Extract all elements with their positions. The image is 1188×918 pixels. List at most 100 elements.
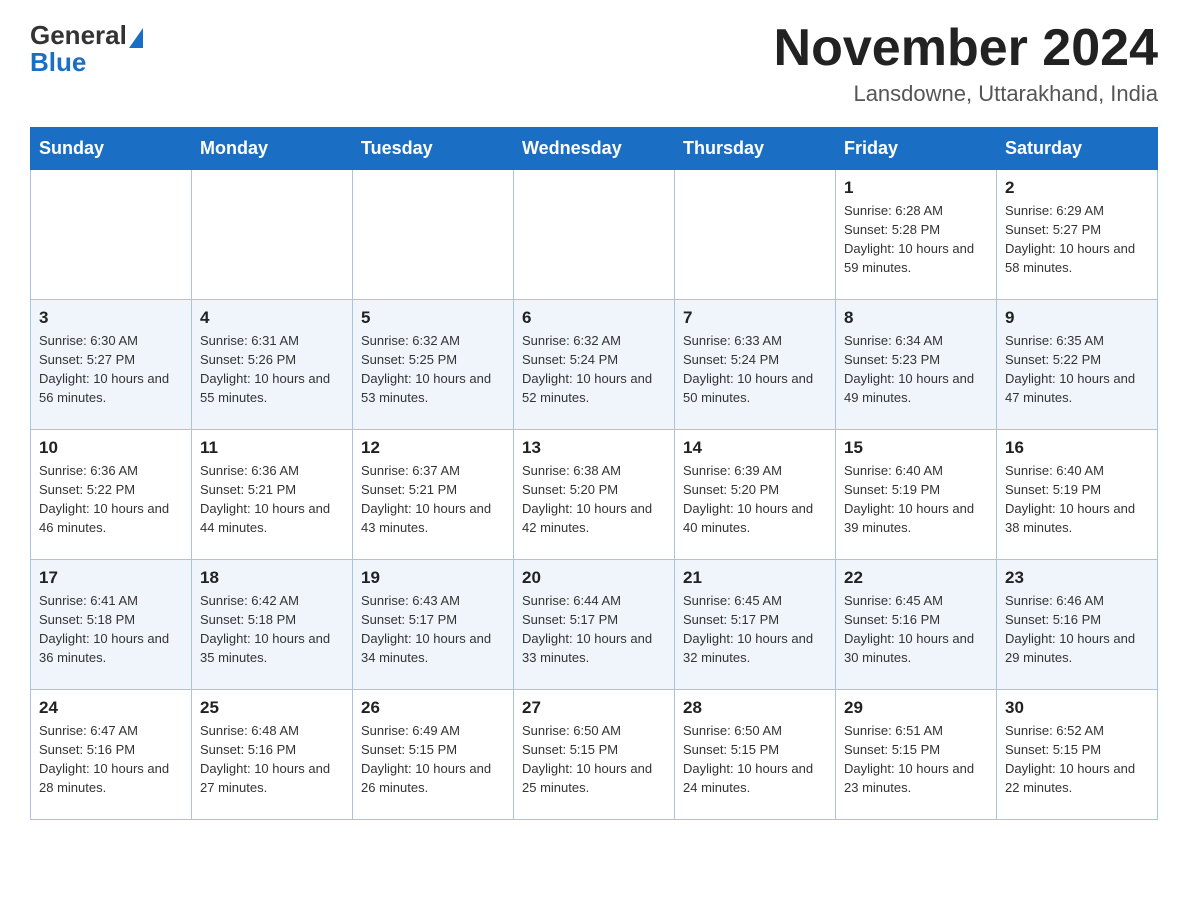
calendar-cell: 20 Sunrise: 6:44 AM Sunset: 5:17 PM Dayli… bbox=[514, 560, 675, 690]
calendar-cell: 26Sunrise: 6:49 AM Sunset: 5:15 PM Dayli… bbox=[353, 690, 514, 820]
day-of-week-header: Saturday bbox=[997, 128, 1158, 170]
day-number: 4 bbox=[200, 308, 344, 328]
calendar-cell: 5 Sunrise: 6:32 AM Sunset: 5:25 PM Daylig… bbox=[353, 300, 514, 430]
calendar-cell: 24 Sunrise: 6:47 AM Sunset: 5:16 PM Dayli… bbox=[31, 690, 192, 820]
day-number: 2 bbox=[1005, 178, 1149, 198]
title-section: November 2024 Lansdowne, Uttarakhand, In… bbox=[774, 20, 1158, 107]
day-number: 11 bbox=[200, 438, 344, 458]
day-of-week-header: Wednesday bbox=[514, 128, 675, 170]
day-info: Sunrise: 6:36 AM Sunset: 5:21 PM Dayligh… bbox=[200, 462, 344, 537]
calendar-cell: 12 Sunrise: 6:37 AM Sunset: 5:21 PM Dayli… bbox=[353, 430, 514, 560]
calendar-cell: 15 Sunrise: 6:40 AM Sunset: 5:19 PM Dayli… bbox=[836, 430, 997, 560]
calendar-cell bbox=[192, 170, 353, 300]
month-title: November 2024 bbox=[774, 20, 1158, 77]
calendar-cell: 6 Sunrise: 6:32 AM Sunset: 5:24 PM Daylig… bbox=[514, 300, 675, 430]
calendar-cell: 4 Sunrise: 6:31 AM Sunset: 5:26 PM Daylig… bbox=[192, 300, 353, 430]
day-info: Sunrise: 6:35 AM Sunset: 5:22 PM Dayligh… bbox=[1005, 332, 1149, 407]
day-number: 13 bbox=[522, 438, 666, 458]
day-number: 22 bbox=[844, 568, 988, 588]
day-info: Sunrise: 6:32 AM Sunset: 5:25 PM Dayligh… bbox=[361, 332, 505, 407]
logo: General Blue bbox=[30, 20, 143, 78]
day-info: Sunrise: 6:44 AM Sunset: 5:17 PM Dayligh… bbox=[522, 592, 666, 667]
calendar-header-row: SundayMondayTuesdayWednesdayThursdayFrid… bbox=[31, 128, 1158, 170]
day-info: Sunrise: 6:34 AM Sunset: 5:23 PM Dayligh… bbox=[844, 332, 988, 407]
calendar-cell: 28Sunrise: 6:50 AM Sunset: 5:15 PM Dayli… bbox=[675, 690, 836, 820]
day-info: Sunrise: 6:51 AM Sunset: 5:15 PM Dayligh… bbox=[844, 722, 988, 797]
day-info: Sunrise: 6:32 AM Sunset: 5:24 PM Dayligh… bbox=[522, 332, 666, 407]
day-info: Sunrise: 6:50 AM Sunset: 5:15 PM Dayligh… bbox=[683, 722, 827, 797]
day-info: Sunrise: 6:50 AM Sunset: 5:15 PM Dayligh… bbox=[522, 722, 666, 797]
day-of-week-header: Friday bbox=[836, 128, 997, 170]
day-info: Sunrise: 6:40 AM Sunset: 5:19 PM Dayligh… bbox=[1005, 462, 1149, 537]
calendar-cell bbox=[675, 170, 836, 300]
calendar-cell: 19 Sunrise: 6:43 AM Sunset: 5:17 PM Dayli… bbox=[353, 560, 514, 690]
day-number: 27 bbox=[522, 698, 666, 718]
calendar-table: SundayMondayTuesdayWednesdayThursdayFrid… bbox=[30, 127, 1158, 820]
calendar-week-row: 10Sunrise: 6:36 AM Sunset: 5:22 PM Dayli… bbox=[31, 430, 1158, 560]
logo-blue: Blue bbox=[30, 47, 143, 78]
calendar-cell: 3Sunrise: 6:30 AM Sunset: 5:27 PM Daylig… bbox=[31, 300, 192, 430]
day-number: 12 bbox=[361, 438, 505, 458]
day-number: 18 bbox=[200, 568, 344, 588]
calendar-cell: 16Sunrise: 6:40 AM Sunset: 5:19 PM Dayli… bbox=[997, 430, 1158, 560]
day-number: 30 bbox=[1005, 698, 1149, 718]
day-number: 7 bbox=[683, 308, 827, 328]
day-number: 26 bbox=[361, 698, 505, 718]
day-number: 15 bbox=[844, 438, 988, 458]
calendar-cell bbox=[31, 170, 192, 300]
calendar-cell bbox=[514, 170, 675, 300]
day-info: Sunrise: 6:31 AM Sunset: 5:26 PM Dayligh… bbox=[200, 332, 344, 407]
calendar-cell: 23Sunrise: 6:46 AM Sunset: 5:16 PM Dayli… bbox=[997, 560, 1158, 690]
day-info: Sunrise: 6:41 AM Sunset: 5:18 PM Dayligh… bbox=[39, 592, 183, 667]
calendar-cell: 7Sunrise: 6:33 AM Sunset: 5:24 PM Daylig… bbox=[675, 300, 836, 430]
day-number: 24 bbox=[39, 698, 183, 718]
day-number: 6 bbox=[522, 308, 666, 328]
calendar-cell: 30 Sunrise: 6:52 AM Sunset: 5:15 PM Dayli… bbox=[997, 690, 1158, 820]
calendar-cell: 22 Sunrise: 6:45 AM Sunset: 5:16 PM Dayli… bbox=[836, 560, 997, 690]
day-number: 5 bbox=[361, 308, 505, 328]
calendar-week-row: 24 Sunrise: 6:47 AM Sunset: 5:16 PM Dayli… bbox=[31, 690, 1158, 820]
location-subtitle: Lansdowne, Uttarakhand, India bbox=[774, 81, 1158, 107]
day-info: Sunrise: 6:28 AM Sunset: 5:28 PM Dayligh… bbox=[844, 202, 988, 277]
day-info: Sunrise: 6:47 AM Sunset: 5:16 PM Dayligh… bbox=[39, 722, 183, 797]
day-info: Sunrise: 6:45 AM Sunset: 5:17 PM Dayligh… bbox=[683, 592, 827, 667]
calendar-cell: 27 Sunrise: 6:50 AM Sunset: 5:15 PM Dayli… bbox=[514, 690, 675, 820]
day-number: 17 bbox=[39, 568, 183, 588]
calendar-cell: 17 Sunrise: 6:41 AM Sunset: 5:18 PM Dayli… bbox=[31, 560, 192, 690]
day-of-week-header: Monday bbox=[192, 128, 353, 170]
calendar-cell: 18 Sunrise: 6:42 AM Sunset: 5:18 PM Dayli… bbox=[192, 560, 353, 690]
day-number: 20 bbox=[522, 568, 666, 588]
day-number: 14 bbox=[683, 438, 827, 458]
calendar-cell bbox=[353, 170, 514, 300]
day-info: Sunrise: 6:48 AM Sunset: 5:16 PM Dayligh… bbox=[200, 722, 344, 797]
day-info: Sunrise: 6:36 AM Sunset: 5:22 PM Dayligh… bbox=[39, 462, 183, 537]
calendar-cell: 1 Sunrise: 6:28 AM Sunset: 5:28 PM Daylig… bbox=[836, 170, 997, 300]
day-info: Sunrise: 6:45 AM Sunset: 5:16 PM Dayligh… bbox=[844, 592, 988, 667]
calendar-cell: 8Sunrise: 6:34 AM Sunset: 5:23 PM Daylig… bbox=[836, 300, 997, 430]
day-info: Sunrise: 6:52 AM Sunset: 5:15 PM Dayligh… bbox=[1005, 722, 1149, 797]
calendar-week-row: 17 Sunrise: 6:41 AM Sunset: 5:18 PM Dayli… bbox=[31, 560, 1158, 690]
day-info: Sunrise: 6:29 AM Sunset: 5:27 PM Dayligh… bbox=[1005, 202, 1149, 277]
day-info: Sunrise: 6:42 AM Sunset: 5:18 PM Dayligh… bbox=[200, 592, 344, 667]
day-info: Sunrise: 6:43 AM Sunset: 5:17 PM Dayligh… bbox=[361, 592, 505, 667]
day-of-week-header: Sunday bbox=[31, 128, 192, 170]
calendar-cell: 11 Sunrise: 6:36 AM Sunset: 5:21 PM Dayli… bbox=[192, 430, 353, 560]
calendar-cell: 29 Sunrise: 6:51 AM Sunset: 5:15 PM Dayli… bbox=[836, 690, 997, 820]
calendar-week-row: 1 Sunrise: 6:28 AM Sunset: 5:28 PM Daylig… bbox=[31, 170, 1158, 300]
calendar-cell: 2 Sunrise: 6:29 AM Sunset: 5:27 PM Daylig… bbox=[997, 170, 1158, 300]
calendar-cell: 21Sunrise: 6:45 AM Sunset: 5:17 PM Dayli… bbox=[675, 560, 836, 690]
page-header: General Blue November 2024 Lansdowne, Ut… bbox=[30, 20, 1158, 107]
calendar-cell: 25Sunrise: 6:48 AM Sunset: 5:16 PM Dayli… bbox=[192, 690, 353, 820]
day-number: 9 bbox=[1005, 308, 1149, 328]
day-info: Sunrise: 6:38 AM Sunset: 5:20 PM Dayligh… bbox=[522, 462, 666, 537]
day-number: 1 bbox=[844, 178, 988, 198]
day-number: 29 bbox=[844, 698, 988, 718]
day-number: 19 bbox=[361, 568, 505, 588]
day-number: 23 bbox=[1005, 568, 1149, 588]
day-info: Sunrise: 6:37 AM Sunset: 5:21 PM Dayligh… bbox=[361, 462, 505, 537]
logo-triangle-icon bbox=[129, 28, 143, 48]
day-info: Sunrise: 6:30 AM Sunset: 5:27 PM Dayligh… bbox=[39, 332, 183, 407]
day-info: Sunrise: 6:40 AM Sunset: 5:19 PM Dayligh… bbox=[844, 462, 988, 537]
calendar-cell: 9 Sunrise: 6:35 AM Sunset: 5:22 PM Daylig… bbox=[997, 300, 1158, 430]
day-of-week-header: Tuesday bbox=[353, 128, 514, 170]
